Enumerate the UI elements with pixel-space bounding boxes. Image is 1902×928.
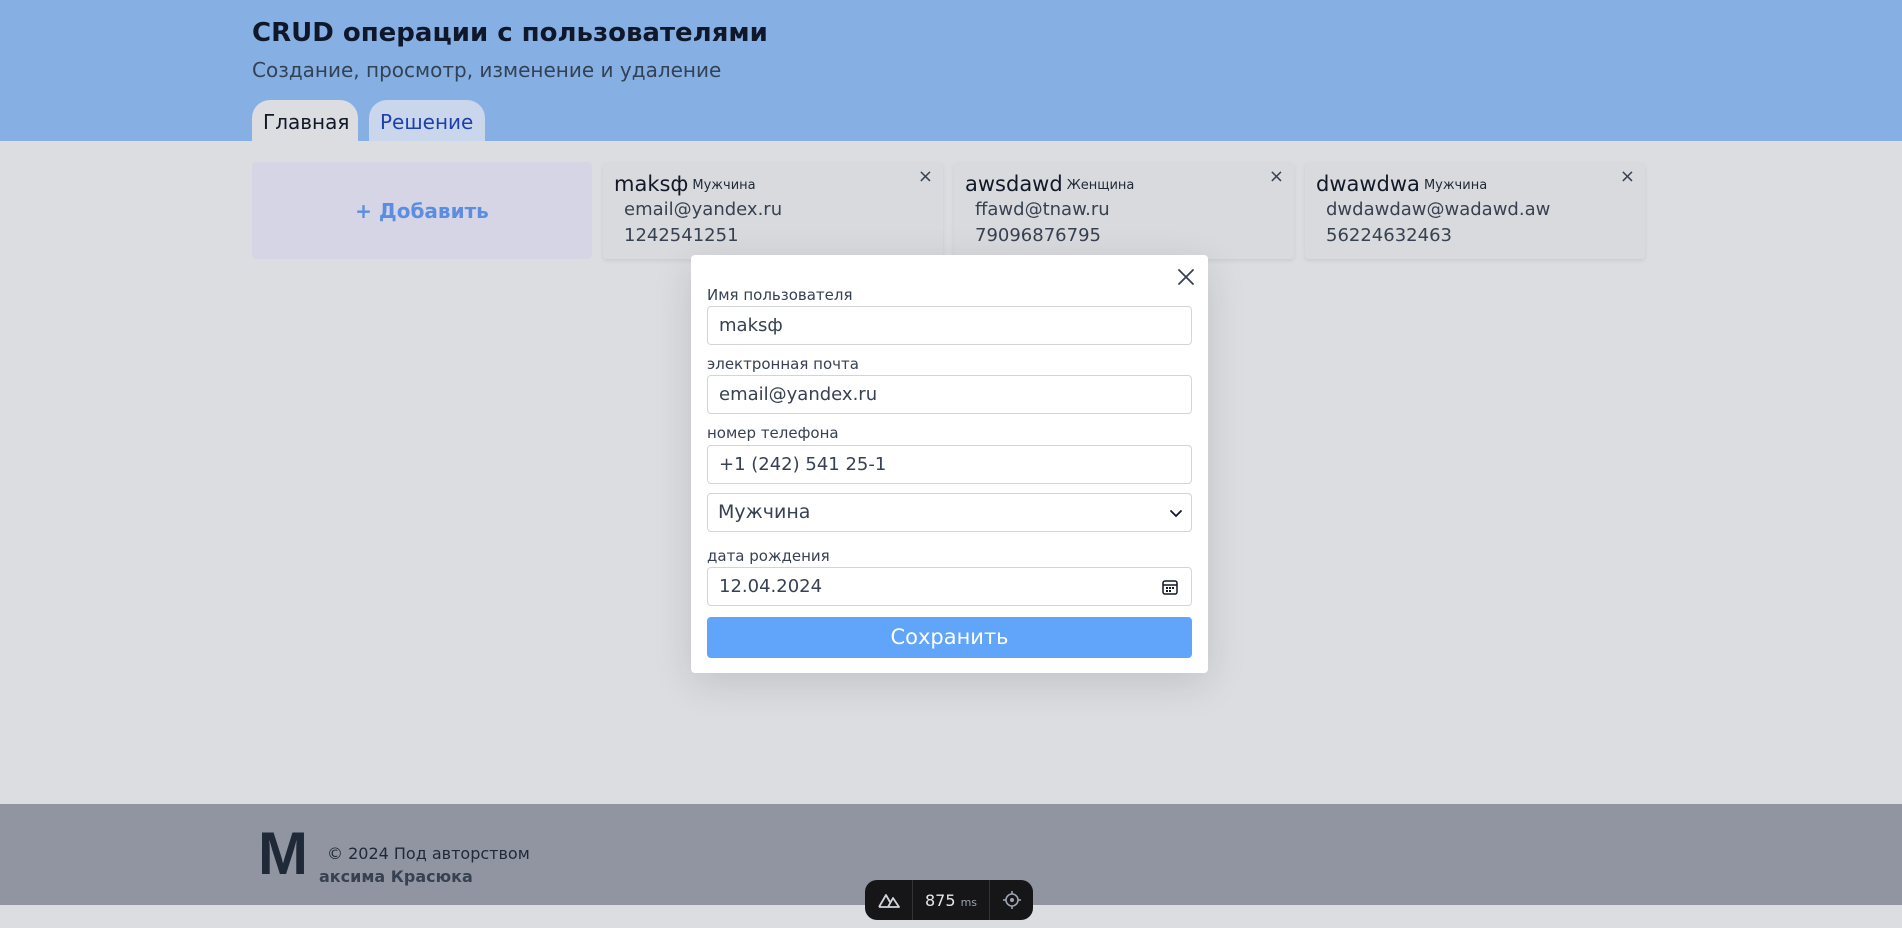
save-button[interactable]: Сохранить	[707, 617, 1192, 658]
gender-select[interactable]: Мужчина	[707, 493, 1192, 532]
user-gender: Мужчина	[1423, 178, 1488, 193]
birthdate-input[interactable]: 12.04.2024	[707, 567, 1192, 606]
phone-input[interactable]: +1 (242) 541 25-1	[707, 445, 1192, 484]
close-icon[interactable]	[1174, 265, 1198, 289]
user-phone: 56224632463	[1326, 225, 1452, 246]
delete-user-icon[interactable]: ×	[918, 166, 933, 187]
page-title: CRUD операции с пользователями	[252, 18, 768, 48]
chevron-down-icon	[1170, 510, 1182, 517]
tab-solution[interactable]: Решение	[369, 100, 485, 141]
user-card[interactable]: awsdawd Женщина ffawd@tnaw.ru 79096876795…	[954, 162, 1294, 259]
delete-user-icon[interactable]: ×	[1620, 166, 1635, 187]
nuxt-logo-icon[interactable]	[865, 880, 913, 920]
user-gender: Женщина	[1066, 178, 1135, 193]
user-email: ffawd@tnaw.ru	[975, 199, 1110, 220]
username-label: Имя пользователя	[707, 286, 853, 304]
user-name: awsdawd	[965, 172, 1063, 196]
username-input[interactable]: maksф	[707, 306, 1192, 345]
user-name: maksф	[614, 172, 689, 196]
crosshair-icon[interactable]	[989, 880, 1033, 920]
birthdate-label: дата рождения	[707, 547, 830, 565]
calendar-icon[interactable]	[1161, 578, 1179, 596]
tab-home[interactable]: Главная	[252, 100, 358, 141]
footer-copyright: © 2024 Под авторством	[327, 844, 530, 863]
dev-toolbar[interactable]: 875 ms	[865, 880, 1033, 920]
birthdate-value: 12.04.2024	[719, 576, 823, 597]
header: CRUD операции с пользователями Создание,…	[0, 0, 1902, 141]
render-time: 875 ms	[913, 891, 989, 910]
user-name: dwawdwa	[1316, 172, 1420, 196]
user-gender: Мужчина	[692, 178, 756, 193]
render-time-value: 875	[924, 890, 956, 910]
user-card[interactable]: maksф Мужчина email@yandex.ru 1242541251 …	[603, 162, 943, 259]
footer-logo: M	[258, 820, 308, 887]
user-card-header: maksф Мужчина	[614, 172, 756, 196]
footer-author: аксима Красюка	[319, 867, 473, 886]
add-user-button[interactable]: + Добавить	[252, 162, 592, 259]
page-subtitle: Создание, просмотр, изменение и удаление	[252, 58, 722, 82]
user-email: email@yandex.ru	[624, 199, 783, 220]
user-email: dwdawdaw@wadawd.aw	[1326, 199, 1551, 220]
edit-user-modal: Имя пользователя maksф электронная почта…	[691, 255, 1208, 673]
user-card-header: awsdawd Женщина	[965, 172, 1134, 196]
user-card-header: dwawdwa Мужчина	[1316, 172, 1487, 196]
gender-select-value: Мужчина	[718, 501, 811, 523]
phone-label: номер телефона	[707, 424, 839, 442]
email-input[interactable]: email@yandex.ru	[707, 375, 1192, 414]
user-phone: 1242541251	[624, 225, 739, 246]
user-phone: 79096876795	[975, 225, 1101, 246]
render-time-unit: ms	[960, 895, 978, 909]
user-card[interactable]: dwawdwa Мужчина dwdawdaw@wadawd.aw 562246…	[1305, 162, 1645, 259]
delete-user-icon[interactable]: ×	[1269, 166, 1284, 187]
email-label: электронная почта	[707, 355, 859, 373]
